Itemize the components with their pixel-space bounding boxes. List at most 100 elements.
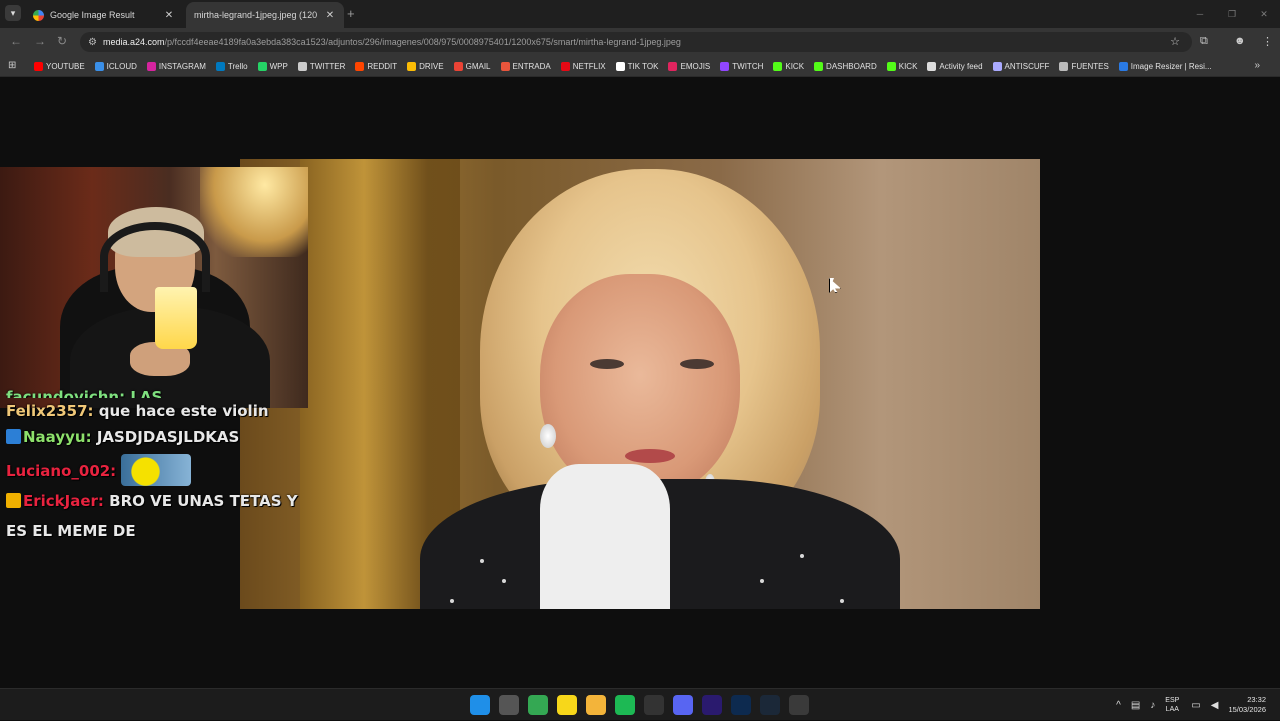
bookmark-item[interactable]: YOUTUBE	[34, 61, 85, 71]
bookmark-label: TWITCH	[732, 61, 764, 71]
bookmark-item[interactable]: ENTRADA	[500, 61, 551, 71]
bookmark-favicon-icon	[453, 61, 463, 71]
bookmark-favicon-icon	[94, 61, 104, 71]
sticky-notes-icon[interactable]	[557, 695, 577, 715]
bookmark-item[interactable]: NETFLIX	[560, 61, 606, 71]
chat-username: Felix2357:	[6, 402, 94, 420]
bookmark-item[interactable]: FUENTES	[1059, 61, 1109, 71]
bookmark-label: TIK TOK	[627, 61, 659, 71]
microphone-icon[interactable]: ♪	[1150, 700, 1155, 711]
show-hidden-icons-icon[interactable]: ^	[1116, 700, 1121, 711]
back-icon[interactable]: ←	[10, 34, 22, 48]
mouse-cursor-icon	[829, 278, 839, 291]
clock[interactable]: 23:32 15/03/2026	[1228, 695, 1266, 715]
bookmark-item[interactable]: TWITCH	[720, 61, 764, 71]
bookmark-favicon-icon	[146, 61, 156, 71]
extensions-icon[interactable]: ⧉	[1200, 35, 1208, 48]
windows-start-icon[interactable]	[470, 695, 490, 715]
bookmark-favicon-icon	[927, 61, 937, 71]
bookmark-favicon-icon	[355, 61, 365, 71]
network-icon[interactable]: ▭	[1191, 700, 1200, 711]
bookmark-favicon-icon	[500, 61, 510, 71]
bookmark-label: ENTRADA	[512, 61, 551, 71]
chrome-icon[interactable]	[528, 695, 548, 715]
forward-icon[interactable]: →	[34, 34, 46, 48]
chat-username: Luciano_002:	[6, 462, 117, 480]
discord-icon[interactable]	[673, 695, 693, 715]
spotify-icon[interactable]	[615, 695, 635, 715]
address-bar[interactable]: ⚙ media.a24.com /p/fccdf4eeae4189fa0a3eb…	[80, 32, 1192, 52]
tab-search-button[interactable]: ▾	[5, 5, 21, 21]
bookmark-item[interactable]: INSTAGRAM	[146, 61, 206, 71]
chat-message-continuation: ES EL MEME DE	[6, 522, 136, 540]
premiere-icon[interactable]	[702, 695, 722, 715]
bookmark-label: Image Resizer | Resi...	[1130, 61, 1212, 71]
bookmark-favicon-icon	[720, 61, 730, 71]
bookmark-item[interactable]: KICK	[886, 61, 918, 71]
flag-icon[interactable]: ▤	[1131, 700, 1140, 711]
url-path: /p/fccdf4eeae4189fa0a3ebda383ca1523/adju…	[164, 37, 681, 47]
bookmark-favicon-icon	[668, 61, 678, 71]
close-tab-icon[interactable]: ✕	[324, 10, 336, 21]
menu-icon[interactable]: ⋮	[1262, 35, 1273, 48]
close-tab-icon[interactable]: ✕	[163, 10, 175, 21]
bookmark-label: YOUTUBE	[46, 61, 85, 71]
chat-message: Naayyu: JASDJDASJLDKAS	[6, 424, 306, 450]
steam-icon[interactable]	[760, 695, 780, 715]
bookmark-item[interactable]: ICLOUD	[94, 61, 137, 71]
google-favicon-icon	[33, 9, 44, 21]
chat-message: Luciano_002:	[6, 454, 306, 486]
webcam-overlay	[0, 167, 308, 408]
bookmark-item[interactable]: WPP	[257, 61, 288, 71]
bookmark-item[interactable]: Trello	[215, 61, 248, 71]
bookmark-item[interactable]: EMOJIS	[668, 61, 710, 71]
bookmark-favicon-icon	[257, 61, 267, 71]
photoshop-icon[interactable]	[731, 695, 751, 715]
tab-google-image-result[interactable]: Google Image Result ✕	[25, 2, 183, 28]
language-indicator[interactable]: ESP LAA	[1165, 696, 1179, 714]
bookmark-item[interactable]: GMAIL	[453, 61, 491, 71]
chat-message-partial: facundovichn: LAS	[6, 388, 163, 398]
url-host: media.a24.com	[102, 37, 165, 47]
bookmark-item[interactable]: TIK TOK	[615, 61, 659, 71]
volume-icon[interactable]: ◀	[1211, 700, 1219, 711]
apps-grid-icon[interactable]: ⊞	[8, 60, 20, 72]
chat-username: Naayyu:	[23, 428, 92, 446]
close-window-icon[interactable]: ✕	[1248, 0, 1280, 28]
language-code: ESP	[1165, 697, 1180, 704]
bookmark-label: ANTISCUFF	[1004, 61, 1050, 71]
bookmark-item[interactable]: Image Resizer | Resi...	[1118, 61, 1212, 71]
keyboard-layout: LAA	[1165, 706, 1179, 713]
window-controls: ─ ❐ ✕	[1184, 0, 1280, 28]
bookmark-star-icon[interactable]: ☆	[1170, 35, 1180, 48]
system-tray: ^ ▤ ♪ ESP LAA ▭ ◀ 23:32 15/03/2026	[1116, 689, 1280, 721]
maximize-icon[interactable]: ❐	[1216, 0, 1248, 28]
toolbar: ← → ↻ ⚙ media.a24.com /p/fccdf4eeae4189f…	[0, 28, 1280, 56]
minimize-icon[interactable]: ─	[1184, 0, 1216, 28]
crown-badge-icon	[6, 493, 21, 508]
bookmark-item[interactable]: KICK	[773, 61, 804, 71]
obs-icon[interactable]	[644, 695, 664, 715]
bookmark-item[interactable]: TWITTER	[297, 61, 345, 71]
bookmark-item[interactable]: ANTISCUFF	[992, 61, 1050, 71]
task-manager-icon[interactable]	[499, 695, 519, 715]
bookmark-label: KICK	[898, 61, 918, 71]
bookmark-item[interactable]: REDDIT	[355, 61, 397, 71]
profile-icon[interactable]: ☻	[1234, 35, 1246, 47]
bookmark-label: ICLOUD	[106, 61, 137, 71]
more-bookmarks-icon[interactable]: »	[1254, 60, 1260, 71]
file-explorer-icon[interactable]	[586, 695, 606, 715]
chat-text: JASDJDASJLDKAS	[96, 428, 240, 446]
reload-icon[interactable]: ↻	[57, 34, 67, 48]
app-icon[interactable]	[789, 695, 809, 715]
bookmark-item[interactable]: DRIVE	[407, 61, 444, 71]
bookmark-item[interactable]: Activity feed	[927, 61, 983, 71]
tab-mirtha-legrand[interactable]: mirtha-legrand-1jpeg.jpeg (120 ✕	[186, 2, 344, 28]
bookmark-item[interactable]: DASHBOARD	[814, 61, 877, 71]
taskbar: ^ ▤ ♪ ESP LAA ▭ ◀ 23:32 15/03/2026	[0, 688, 1280, 720]
bookmark-label: INSTAGRAM	[158, 61, 206, 71]
bookmark-label: FUENTES	[1071, 61, 1109, 71]
new-tab-icon[interactable]: +	[347, 6, 355, 21]
bookmark-label: WPP	[269, 61, 288, 71]
site-info-icon[interactable]: ⚙	[88, 37, 97, 48]
